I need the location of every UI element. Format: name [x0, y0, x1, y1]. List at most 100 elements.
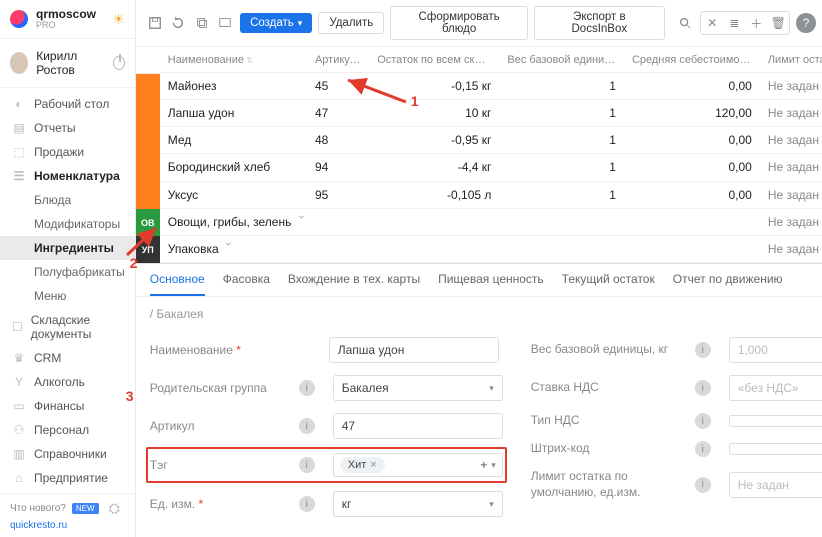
toolbar: Создать Удалить Сформировать блюдо Экспо… — [136, 0, 822, 47]
theme-icon[interactable]: ☀ — [112, 11, 125, 28]
label-parent: Родительская группа — [150, 381, 285, 395]
tag-chip[interactable]: Хит× — [340, 457, 385, 473]
info-icon[interactable]: i — [299, 496, 315, 512]
table-group-row[interactable]: Упаковка ›Не задан — [160, 235, 822, 262]
info-icon[interactable]: i — [299, 418, 315, 434]
tab-nutrition[interactable]: Пищевая ценность — [438, 272, 544, 296]
nav-sales[interactable]: ⬚Продажи — [0, 140, 135, 164]
nav-dashboard[interactable]: ◐Рабочий стол — [0, 92, 135, 116]
tab-movement[interactable]: Отчет по движению — [673, 272, 783, 296]
detail-tabs: Основное Фасовка Вхождение в тех. карты … — [136, 264, 822, 297]
nav-alcohol[interactable]: YАлкоголь — [0, 370, 135, 394]
nav-finance[interactable]: ▭Финансы — [0, 394, 135, 418]
export-button[interactable]: Экспорт в DocsInBox — [534, 6, 665, 40]
nav-modifiers[interactable]: Модификаторы — [0, 212, 135, 236]
label-unit: Ед. изм. — [150, 497, 285, 511]
input-tag[interactable]: Хит× + ▾ — [333, 453, 503, 477]
crm-icon: ♛ — [12, 351, 26, 365]
people-icon: ⚇ — [12, 423, 26, 437]
app-logo-icon — [10, 10, 28, 28]
nav-dishes[interactable]: Блюда — [0, 188, 135, 212]
label-baseweight: Вес базовой единицы, кг — [531, 342, 681, 358]
nav-crm[interactable]: ♛CRM — [0, 346, 135, 370]
tab-stock[interactable]: Текущий остаток — [562, 272, 655, 296]
footer-link[interactable]: quickresto.ru — [10, 520, 125, 531]
select-unit[interactable]: кг — [333, 491, 503, 517]
org-block[interactable]: qrmoscow PRO ☀ — [0, 0, 135, 39]
col-cost[interactable]: Средняя себестоимость — [624, 47, 760, 73]
avatar — [10, 52, 28, 74]
input-name[interactable]: Лапша удон — [329, 337, 499, 363]
wallet-icon: ▭ — [12, 399, 26, 413]
table-row[interactable]: Лапша удон4710 кг1120,00Не задан — [160, 100, 822, 127]
org-plan: PRO — [36, 20, 96, 30]
col-name[interactable]: Наименование — [160, 47, 307, 73]
copy-icon[interactable] — [193, 14, 211, 32]
help-icon[interactable]: ? — [796, 13, 816, 33]
nav-warehouse[interactable]: ☐Складские документы — [0, 308, 135, 346]
table-row[interactable]: Майонез45-0,15 кг10,00Не задан — [160, 73, 822, 100]
chevron-down-icon[interactable]: ▾ — [491, 460, 496, 471]
tag-add-icon[interactable]: + — [480, 458, 487, 472]
group-badge-ov: ОВ — [136, 209, 160, 236]
nav-semis[interactable]: Полуфабрикаты — [0, 260, 135, 284]
list-icon[interactable]: ≣ — [725, 14, 743, 32]
delete-button[interactable]: Удалить — [318, 12, 384, 34]
detail-panel: Основное Фасовка Вхождение в тех. карты … — [136, 263, 822, 537]
select-parent[interactable]: Бакалея — [333, 375, 503, 401]
info-icon[interactable]: i — [695, 441, 711, 457]
table-row[interactable]: Бородинский хлеб94-4,4 кг10,00Не задан — [160, 154, 822, 181]
select-vatrate[interactable]: «без НДС» — [729, 375, 822, 401]
input-sku[interactable]: 47 — [333, 413, 503, 439]
group-badge-up: УП — [136, 236, 160, 263]
info-icon[interactable]: i — [695, 380, 711, 396]
nav-reports[interactable]: ▤Отчеты — [0, 116, 135, 140]
label-tag: Тэг — [150, 458, 285, 472]
breadcrumb: / Бакалея — [136, 297, 822, 331]
tab-techcards[interactable]: Вхождение в тех. карты — [288, 272, 420, 296]
table-row[interactable]: Мед48-0,95 кг10,00Не задан — [160, 127, 822, 154]
save-icon[interactable] — [146, 14, 164, 32]
whatsnew[interactable]: Что нового? NEW ⛭ — [10, 500, 125, 516]
tab-packing[interactable]: Фасовка — [223, 272, 270, 296]
info-icon[interactable]: i — [695, 477, 711, 493]
power-icon[interactable] — [113, 56, 125, 70]
screen-icon[interactable] — [216, 14, 234, 32]
create-button[interactable]: Создать — [240, 13, 312, 33]
nav-enterprise[interactable]: ⌂Предприятие — [0, 466, 135, 490]
tools-icon[interactable]: ✕ — [703, 14, 721, 32]
nav-menu[interactable]: Меню — [0, 284, 135, 308]
input-baseweight[interactable]: 1,000 — [729, 337, 822, 363]
info-icon[interactable]: i — [299, 457, 315, 473]
chart-icon: ▤ — [12, 121, 26, 135]
tab-main[interactable]: Основное — [150, 272, 205, 296]
info-icon[interactable]: i — [695, 413, 711, 429]
input-barcode[interactable] — [729, 443, 822, 455]
col-weight[interactable]: Вес базовой единицы, кг — [499, 47, 624, 73]
input-vattype[interactable] — [729, 415, 822, 427]
col-limit[interactable]: Лимит остатка по умолчанию,... — [760, 47, 822, 73]
info-icon[interactable]: i — [695, 342, 711, 358]
nav-refs[interactable]: ▥Справочники — [0, 442, 135, 466]
nav-nomenclature[interactable]: ☰Номенклатура — [0, 164, 135, 188]
col-sku[interactable]: Артикул — [307, 47, 369, 73]
plus-icon[interactable]: ＋ — [747, 14, 765, 32]
user-block[interactable]: Кирилл Ростов — [0, 39, 135, 88]
refresh-icon[interactable] — [169, 14, 187, 32]
trash-icon[interactable]: 🗑 — [769, 14, 787, 32]
tag-remove-icon[interactable]: × — [370, 459, 376, 471]
make-dish-button[interactable]: Сформировать блюдо — [390, 6, 528, 40]
sidebar: qrmoscow PRO ☀ Кирилл Ростов ◐Рабочий ст… — [0, 0, 136, 537]
main: Создать Удалить Сформировать блюдо Экспо… — [136, 0, 822, 537]
input-limit[interactable]: Не задан — [729, 472, 822, 498]
settings-icon[interactable]: ⛭ — [109, 500, 125, 516]
nav-personnel[interactable]: ⚇Персонал — [0, 418, 135, 442]
sidebar-footer: Что нового? NEW ⛭ quickresto.ru — [0, 493, 135, 537]
col-stock[interactable]: Остаток по всем складам,... — [369, 47, 499, 73]
table-row[interactable]: Уксус95-0,105 л10,00Не задан — [160, 181, 822, 208]
nav-ingredients[interactable]: Ингредиенты — [0, 236, 135, 260]
info-icon[interactable]: i — [299, 380, 315, 396]
table-group-row[interactable]: Овощи, грибы, зелень ›Не задан — [160, 208, 822, 235]
label-vattype: Тип НДС — [531, 413, 681, 429]
search-icon[interactable] — [677, 14, 695, 32]
